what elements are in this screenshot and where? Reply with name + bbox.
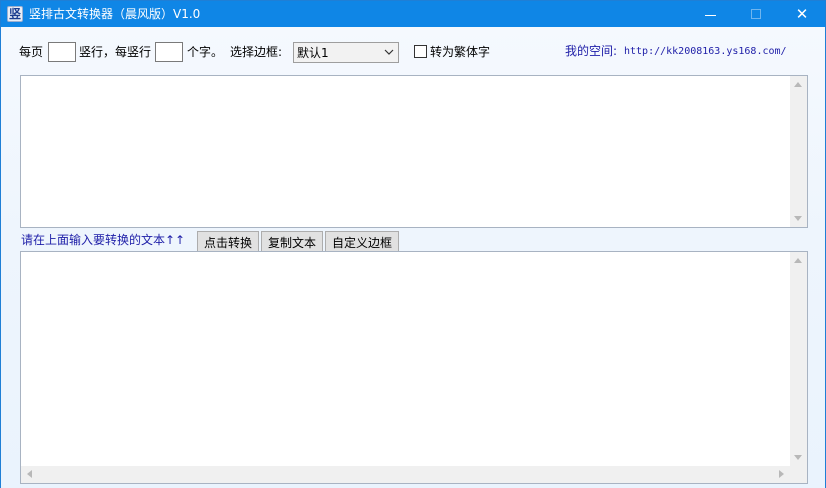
scroll-up-icon[interactable] bbox=[794, 82, 802, 87]
title-bar[interactable]: 竖 竖排古文转换器（晨风版）V1.0 ✕ bbox=[1, 1, 825, 27]
output-horizontal-scrollbar[interactable] bbox=[21, 466, 790, 483]
custom-border-button[interactable]: 自定义边框 bbox=[325, 231, 399, 253]
my-space-label: 我的空间: bbox=[565, 44, 618, 58]
minimize-icon bbox=[704, 14, 716, 16]
columns-per-page-input[interactable] bbox=[48, 42, 76, 62]
chars-label: 个字。 bbox=[187, 45, 224, 59]
scroll-down-icon[interactable] bbox=[794, 455, 802, 460]
border-select-label: 选择边框: bbox=[230, 45, 283, 59]
chars-per-column-input[interactable] bbox=[155, 42, 183, 62]
maximize-button[interactable] bbox=[733, 1, 779, 27]
convert-button[interactable]: 点击转换 bbox=[197, 231, 259, 253]
columns-label: 竖行，每竖行 bbox=[79, 45, 152, 59]
scroll-down-icon[interactable] bbox=[794, 216, 802, 221]
window-title: 竖排古文转换器（晨风版）V1.0 bbox=[29, 7, 201, 21]
client-area: 每页 竖行，每竖行 个字。 选择边框: 默认1 转为繁体字 我的空间: http… bbox=[1, 27, 825, 488]
input-textarea[interactable] bbox=[20, 75, 808, 228]
minimize-button[interactable] bbox=[687, 1, 733, 27]
input-vertical-scrollbar[interactable] bbox=[790, 76, 807, 227]
app-window: 竖 竖排古文转换器（晨风版）V1.0 ✕ 每页 竖行，每竖行 个字。 选择边框:… bbox=[0, 0, 826, 488]
input-hint: 请在上面输入要转换的文本↑↑ bbox=[21, 233, 186, 247]
scrollbar-corner bbox=[790, 466, 807, 483]
scroll-left-icon[interactable] bbox=[27, 470, 32, 478]
chevron-down-icon bbox=[384, 49, 394, 55]
scroll-right-icon[interactable] bbox=[779, 470, 784, 478]
border-style-value: 默认1 bbox=[297, 46, 329, 60]
border-style-select[interactable]: 默认1 bbox=[293, 42, 399, 63]
copy-text-button[interactable]: 复制文本 bbox=[261, 231, 323, 253]
close-icon: ✕ bbox=[795, 5, 809, 23]
app-icon[interactable]: 竖 bbox=[7, 6, 23, 22]
my-space-link[interactable]: http://kk2008163.ys168.com/ bbox=[624, 45, 787, 58]
scroll-up-icon[interactable] bbox=[794, 258, 802, 263]
per-page-label: 每页 bbox=[19, 45, 44, 59]
traditional-chinese-checkbox[interactable] bbox=[414, 45, 427, 58]
traditional-chinese-label[interactable]: 转为繁体字 bbox=[430, 45, 490, 59]
app-icon-glyph: 竖 bbox=[9, 7, 22, 21]
close-button[interactable]: ✕ bbox=[779, 1, 825, 27]
output-vertical-scrollbar[interactable] bbox=[790, 252, 807, 466]
output-textarea[interactable] bbox=[20, 251, 808, 484]
maximize-icon bbox=[751, 9, 761, 19]
